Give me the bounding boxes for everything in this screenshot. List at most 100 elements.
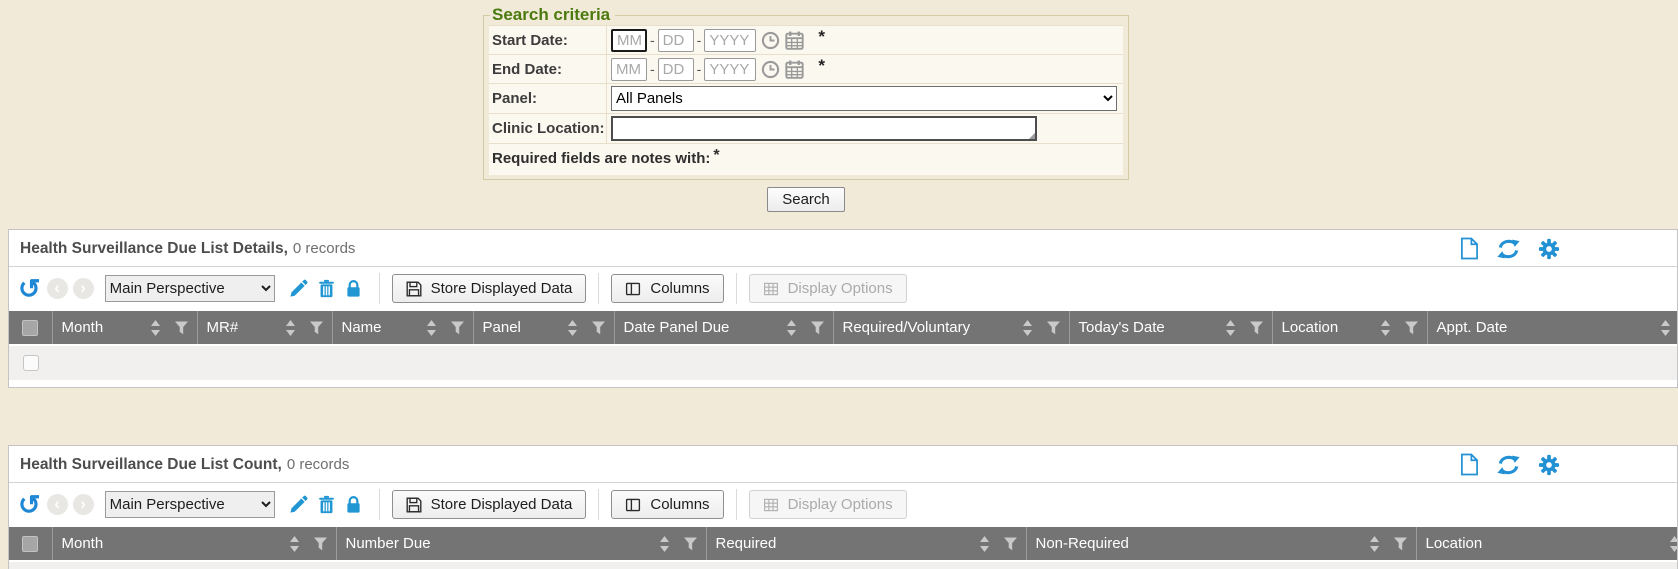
clock-icon[interactable]	[761, 31, 780, 50]
previous-perspective-icon[interactable]: ‹	[47, 494, 68, 515]
refresh-icon[interactable]	[1496, 454, 1521, 476]
sort-icon[interactable]	[567, 320, 578, 336]
sort-icon[interactable]	[285, 320, 296, 336]
sort-icon[interactable]	[786, 320, 797, 336]
filter-icon[interactable]	[313, 537, 328, 551]
previous-perspective-icon[interactable]: ‹	[47, 278, 68, 299]
clock-icon[interactable]	[761, 60, 780, 79]
column-label: Non-Required	[1036, 535, 1129, 552]
calendar-icon[interactable]	[785, 60, 804, 79]
start-date-year-input[interactable]	[704, 29, 756, 52]
panel-select[interactable]: All Panels	[611, 86, 1117, 111]
filter-icon[interactable]	[810, 321, 825, 335]
clinic-location-field: ◢	[607, 114, 1123, 143]
column-header-number-due[interactable]: Number Due	[336, 527, 706, 561]
select-all-checkbox[interactable]	[22, 320, 38, 336]
delete-trash-icon[interactable]	[318, 279, 335, 298]
filter-icon[interactable]	[591, 321, 606, 335]
end-date-year-input[interactable]	[704, 58, 756, 81]
column-header-location[interactable]: Location	[1272, 311, 1427, 345]
sort-icon[interactable]	[289, 536, 300, 552]
next-perspective-icon[interactable]: ›	[73, 278, 94, 299]
save-floppy-icon	[406, 281, 422, 297]
sort-icon[interactable]	[979, 536, 990, 552]
filter-icon[interactable]	[174, 321, 189, 335]
sort-icon[interactable]	[659, 536, 670, 552]
required-marker: *	[713, 147, 719, 164]
details-record-count: 0 records	[293, 240, 356, 257]
start-date-field: - - *	[607, 26, 1123, 54]
gear-icon[interactable]	[1538, 454, 1560, 476]
edit-pencil-icon[interactable]	[289, 279, 308, 298]
sort-icon[interactable]	[1660, 320, 1671, 336]
perspective-select[interactable]: Main Perspective	[105, 275, 275, 302]
column-header-required[interactable]: Required	[706, 527, 1026, 561]
calendar-icon[interactable]	[785, 31, 804, 50]
column-header-month[interactable]: Month	[52, 527, 336, 561]
new-document-icon[interactable]	[1460, 453, 1479, 476]
sort-icon[interactable]	[1669, 536, 1678, 552]
column-header-name[interactable]: Name	[332, 311, 473, 345]
column-header-location[interactable]: Location	[1416, 527, 1678, 561]
filter-icon[interactable]	[1393, 537, 1408, 551]
details-table-panel: Health Surveillance Due List Details, 0 …	[8, 229, 1678, 388]
end-date-month-input[interactable]	[611, 58, 647, 81]
select-all-header-cell[interactable]	[9, 527, 52, 561]
column-header-appt-date[interactable]: Appt. Date	[1427, 311, 1678, 345]
select-all-checkbox[interactable]	[22, 536, 38, 552]
sort-icon[interactable]	[1225, 320, 1236, 336]
column-header-required-voluntary[interactable]: Required/Voluntary	[833, 311, 1069, 345]
store-displayed-data-button[interactable]: Store Displayed Data	[392, 490, 587, 519]
delete-trash-icon[interactable]	[318, 495, 335, 514]
edit-pencil-icon[interactable]	[289, 495, 308, 514]
filter-icon[interactable]	[1404, 321, 1419, 335]
next-perspective-icon[interactable]: ›	[73, 494, 94, 515]
sort-icon[interactable]	[1022, 320, 1033, 336]
columns-button[interactable]: Columns	[611, 490, 723, 519]
store-displayed-data-label: Store Displayed Data	[431, 280, 573, 297]
perspective-select[interactable]: Main Perspective	[105, 491, 275, 518]
undo-icon[interactable]: ↺	[18, 278, 41, 300]
filter-icon[interactable]	[450, 321, 465, 335]
count-panel-titlebar: Health Surveillance Due List Count, 0 re…	[9, 446, 1677, 483]
store-displayed-data-label: Store Displayed Data	[431, 496, 573, 513]
column-label: Location	[1282, 319, 1339, 336]
display-options-button[interactable]: Display Options	[749, 274, 907, 303]
column-header-panel[interactable]: Panel	[473, 311, 614, 345]
column-header-month[interactable]: Month	[52, 311, 197, 345]
start-date-month-input[interactable]	[611, 29, 647, 52]
end-date-day-input[interactable]	[658, 58, 694, 81]
refresh-icon[interactable]	[1496, 238, 1521, 260]
column-header-mr[interactable]: MR#	[197, 311, 332, 345]
new-document-icon[interactable]	[1460, 237, 1479, 260]
gear-icon[interactable]	[1538, 238, 1560, 260]
required-marker: *	[818, 27, 825, 47]
count-table-panel: Health Surveillance Due List Count, 0 re…	[8, 445, 1678, 569]
clinic-location-input[interactable]	[611, 116, 1037, 141]
filter-icon[interactable]	[309, 321, 324, 335]
column-header-todays-date[interactable]: Today's Date	[1069, 311, 1272, 345]
toolbar-divider	[736, 489, 737, 520]
filter-icon[interactable]	[1249, 321, 1264, 335]
lock-icon[interactable]	[345, 495, 362, 514]
sort-icon[interactable]	[1369, 536, 1380, 552]
select-all-header-cell[interactable]	[9, 311, 52, 345]
undo-icon[interactable]: ↺	[18, 494, 41, 516]
sort-icon[interactable]	[150, 320, 161, 336]
sort-icon[interactable]	[426, 320, 437, 336]
display-options-button[interactable]: Display Options	[749, 490, 907, 519]
date-separator: -	[697, 61, 702, 77]
filter-icon[interactable]	[1003, 537, 1018, 551]
sort-icon[interactable]	[1380, 320, 1391, 336]
start-date-day-input[interactable]	[658, 29, 694, 52]
column-header-date-panel-due[interactable]: Date Panel Due	[614, 311, 833, 345]
store-displayed-data-button[interactable]: Store Displayed Data	[392, 274, 587, 303]
filter-icon[interactable]	[683, 537, 698, 551]
columns-button[interactable]: Columns	[611, 274, 723, 303]
search-button[interactable]: Search	[767, 187, 845, 212]
filter-icon[interactable]	[1046, 321, 1061, 335]
panel-label: Panel:	[489, 84, 607, 113]
lock-icon[interactable]	[345, 279, 362, 298]
row-checkbox[interactable]	[23, 355, 39, 371]
column-header-non-required[interactable]: Non-Required	[1026, 527, 1416, 561]
